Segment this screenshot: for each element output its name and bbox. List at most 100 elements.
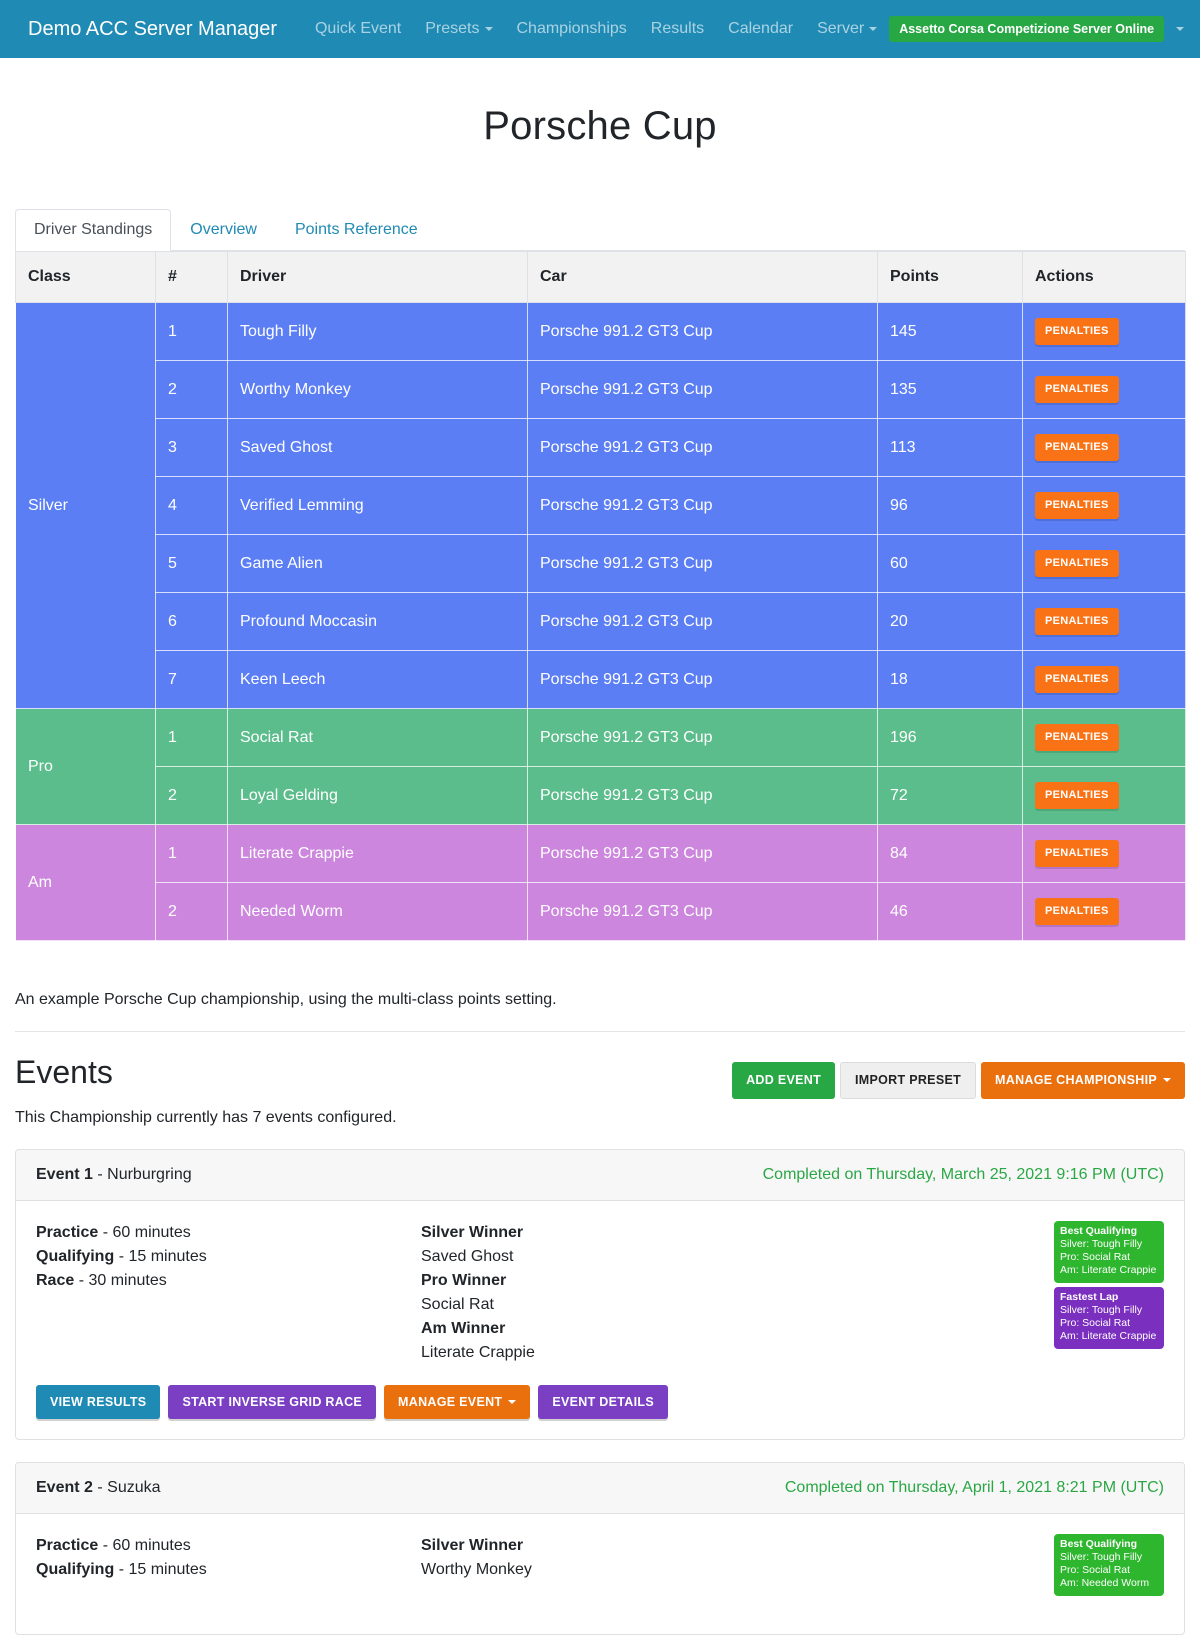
server-status-dropdown-toggle[interactable] — [1168, 21, 1192, 37]
event-action-buttons: VIEW RESULTSSTART INVERSE GRID RACE MANAG… — [16, 1385, 1184, 1440]
tab-driver-standings[interactable]: Driver Standings — [15, 209, 171, 251]
penalties-button[interactable]: PENALTIES — [1035, 608, 1119, 635]
table-row: Pro1Social RatPorsche 991.2 GT3 Cup196PE… — [16, 709, 1186, 767]
nav-link-championships[interactable]: Championships — [505, 14, 639, 44]
tab-overview[interactable]: Overview — [171, 209, 276, 251]
winner-label: Am Winner — [421, 1317, 921, 1341]
session-line: Practice - 60 minutes — [36, 1221, 421, 1245]
position-cell: 2 — [156, 883, 228, 941]
nav-link-results[interactable]: Results — [639, 14, 716, 44]
tab-points-reference[interactable]: Points Reference — [276, 209, 437, 251]
driver-name-cell: Worthy Monkey — [228, 361, 528, 419]
award-badge-best-qualifying: Best QualifyingSilver: Tough FillyPro: S… — [1054, 1534, 1164, 1596]
table-row: 4Verified LemmingPorsche 991.2 GT3 Cup96… — [16, 477, 1186, 535]
award-title: Best Qualifying — [1060, 1538, 1158, 1551]
car-cell: Porsche 991.2 GT3 Cup — [528, 477, 878, 535]
points-cell: 96 — [878, 477, 1023, 535]
position-cell: 3 — [156, 419, 228, 477]
events-subtitle: This Championship currently has 7 events… — [15, 1109, 1185, 1127]
table-row: 5Game AlienPorsche 991.2 GT3 Cup60PENALT… — [16, 535, 1186, 593]
nav-link-calendar[interactable]: Calendar — [716, 14, 805, 44]
actions-cell: PENALTIES — [1023, 709, 1186, 767]
car-cell: Porsche 991.2 GT3 Cup — [528, 361, 878, 419]
table-row: 3Saved GhostPorsche 991.2 GT3 Cup113PENA… — [16, 419, 1186, 477]
championship-tabs: Driver StandingsOverviewPoints Reference — [15, 209, 1185, 251]
winner-label: Silver Winner — [421, 1221, 921, 1245]
event-winners: Silver WinnerSaved GhostPro WinnerSocial… — [421, 1221, 921, 1365]
nav-link-label: Calendar — [728, 20, 793, 38]
table-row: Silver1Tough FillyPorsche 991.2 GT3 Cup1… — [16, 303, 1186, 361]
position-cell: 2 — [156, 361, 228, 419]
penalties-button[interactable]: PENALTIES — [1035, 666, 1119, 693]
session-line: Practice - 60 minutes — [36, 1534, 421, 1558]
driver-name-cell: Verified Lemming — [228, 477, 528, 535]
column-header-actions: Actions — [1023, 252, 1186, 303]
manage-championship-button[interactable]: MANAGE CHAMPIONSHIP — [981, 1062, 1185, 1099]
position-cell: 2 — [156, 767, 228, 825]
start-inverse-grid-race-button[interactable]: START INVERSE GRID RACE — [168, 1385, 376, 1420]
user-menu-button[interactable] — [1196, 15, 1200, 44]
column-header-driver: Driver — [228, 252, 528, 303]
session-duration: - 15 minutes — [119, 1561, 207, 1578]
position-cell: 4 — [156, 477, 228, 535]
event-winners: Silver WinnerWorthy Monkey — [421, 1534, 921, 1614]
actions-cell: PENALTIES — [1023, 825, 1186, 883]
points-cell: 84 — [878, 825, 1023, 883]
event-number: Event 2 — [36, 1479, 93, 1496]
table-row: 2Worthy MonkeyPorsche 991.2 GT3 Cup135PE… — [16, 361, 1186, 419]
import-preset-button[interactable]: IMPORT PRESET — [840, 1062, 976, 1099]
event-awards: Best QualifyingSilver: Tough FillyPro: S… — [1054, 1534, 1164, 1596]
award-line: Silver: Tough Filly — [1060, 1304, 1158, 1317]
award-line: Pro: Social Rat — [1060, 1317, 1158, 1330]
navbar-right: Assetto Corsa Competizione Server Online — [889, 15, 1200, 44]
driver-name-cell: Tough Filly — [228, 303, 528, 361]
driver-name-cell: Saved Ghost — [228, 419, 528, 477]
penalties-button[interactable]: PENALTIES — [1035, 376, 1119, 403]
event-card-header: Event 1 - Nurburgring Completed on Thurs… — [16, 1150, 1184, 1201]
actions-cell: PENALTIES — [1023, 361, 1186, 419]
driver-name-cell: Game Alien — [228, 535, 528, 593]
nav-links: Quick Event Presets Championships Results Ca… — [303, 14, 889, 44]
chevron-down-icon — [1163, 1078, 1171, 1082]
table-row: 2Needed WormPorsche 991.2 GT3 Cup46PENAL… — [16, 883, 1186, 941]
server-status-badge[interactable]: Assetto Corsa Competizione Server Online — [889, 16, 1164, 42]
table-row: Am1Literate CrappiePorsche 991.2 GT3 Cup… — [16, 825, 1186, 883]
actions-cell: PENALTIES — [1023, 651, 1186, 709]
session-duration: - 60 minutes — [103, 1537, 191, 1554]
car-cell: Porsche 991.2 GT3 Cup — [528, 767, 878, 825]
event-completed-status: Completed on Thursday, March 25, 2021 9:… — [763, 1166, 1164, 1184]
penalties-button[interactable]: PENALTIES — [1035, 492, 1119, 519]
winner-name: Saved Ghost — [421, 1245, 921, 1269]
penalties-button[interactable]: PENALTIES — [1035, 724, 1119, 751]
add-event-button[interactable]: ADD EVENT — [732, 1062, 835, 1099]
view-results-button[interactable]: VIEW RESULTS — [36, 1385, 160, 1420]
event-details-button[interactable]: EVENT DETAILS — [538, 1385, 668, 1420]
event-card-body: Practice - 60 minutesQualifying - 15 min… — [16, 1201, 1184, 1385]
manage-event-button[interactable]: MANAGE EVENT — [384, 1385, 530, 1420]
column-header-class: Class — [16, 252, 156, 303]
award-badge-best-qualifying: Best QualifyingSilver: Tough FillyPro: S… — [1054, 1221, 1164, 1283]
event-sessions: Practice - 60 minutesQualifying - 15 min… — [36, 1534, 421, 1614]
page-title: Porsche Cup — [15, 104, 1185, 149]
button-label: EVENT DETAILS — [552, 1396, 654, 1409]
nav-link-presets[interactable]: Presets — [413, 14, 504, 44]
event-card-header: Event 2 - Suzuka Completed on Thursday, … — [16, 1463, 1184, 1514]
actions-cell: PENALTIES — [1023, 535, 1186, 593]
nav-link-label: Championships — [517, 20, 627, 38]
penalties-button[interactable]: PENALTIES — [1035, 840, 1119, 867]
nav-link-quick-event[interactable]: Quick Event — [303, 14, 413, 44]
nav-link-label: Presets — [425, 20, 479, 38]
award-line: Silver: Tough Filly — [1060, 1238, 1158, 1251]
penalties-button[interactable]: PENALTIES — [1035, 550, 1119, 577]
penalties-button[interactable]: PENALTIES — [1035, 434, 1119, 461]
penalties-button[interactable]: PENALTIES — [1035, 898, 1119, 925]
nav-link-server[interactable]: Server — [805, 14, 889, 44]
brand-title[interactable]: Demo ACC Server Manager — [28, 18, 277, 41]
session-line: Qualifying - 15 minutes — [36, 1245, 421, 1269]
penalties-button[interactable]: PENALTIES — [1035, 782, 1119, 809]
award-line: Silver: Tough Filly — [1060, 1551, 1158, 1564]
points-cell: 46 — [878, 883, 1023, 941]
championship-description: An example Porsche Cup championship, usi… — [15, 991, 1185, 1009]
button-label: MANAGE EVENT — [398, 1396, 502, 1409]
penalties-button[interactable]: PENALTIES — [1035, 318, 1119, 345]
